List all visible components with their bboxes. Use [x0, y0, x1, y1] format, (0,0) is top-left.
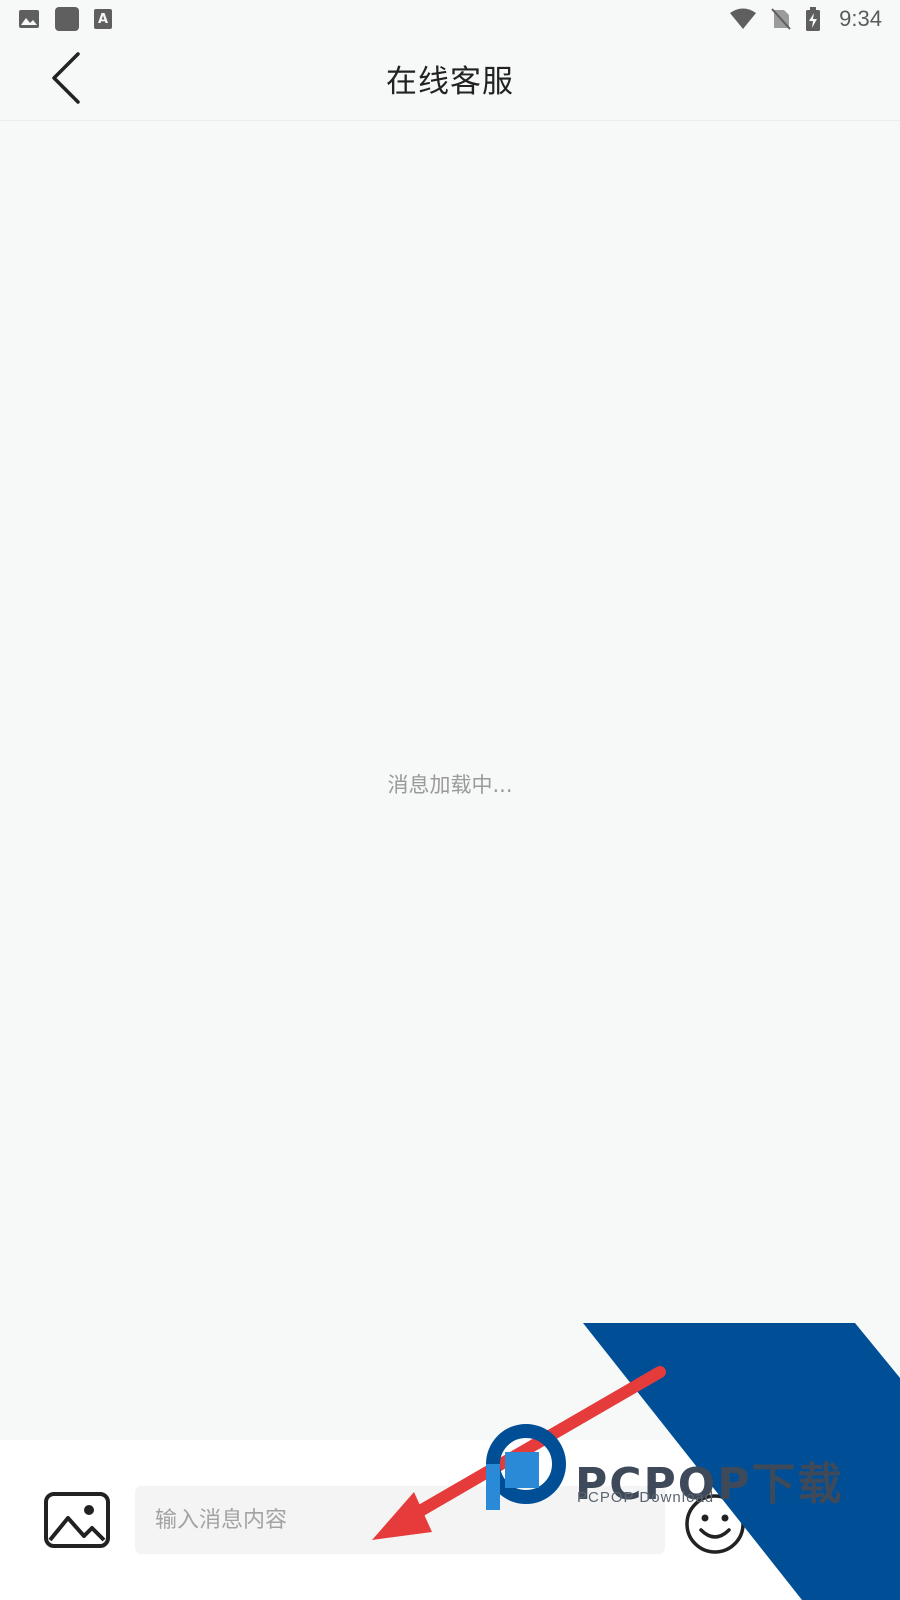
status-time: 9:34 [839, 6, 882, 31]
status-bar: A 9:34 [0, 0, 900, 38]
emoji-button[interactable] [683, 1492, 747, 1556]
svg-text:A: A [98, 12, 108, 27]
loading-text: 消息加载中... [387, 773, 513, 797]
message-list[interactable]: 消息加载中... [0, 121, 900, 1440]
battery-charging-icon [806, 7, 821, 31]
image-icon [19, 10, 39, 28]
status-left-icons: A [18, 6, 112, 32]
send-button[interactable] [765, 1486, 885, 1554]
no-sim-icon [771, 8, 791, 30]
smiley-icon [685, 1494, 745, 1554]
font-a-icon: A [94, 9, 112, 29]
message-input[interactable] [135, 1486, 665, 1554]
app-square-icon [55, 7, 79, 31]
image-picker-button[interactable] [42, 1490, 112, 1550]
status-right-icons: 9:34 [729, 6, 882, 32]
screen: A 9:34 在线客服 消息加载中... 输入消息内容 PCPOP下载 PCPO… [0, 0, 900, 1600]
page-title: 在线客服 [386, 64, 514, 100]
wifi-icon [730, 8, 757, 29]
header-bar: 在线客服 [0, 38, 900, 121]
input-bar [0, 1440, 900, 1600]
image-icon [44, 1492, 110, 1548]
